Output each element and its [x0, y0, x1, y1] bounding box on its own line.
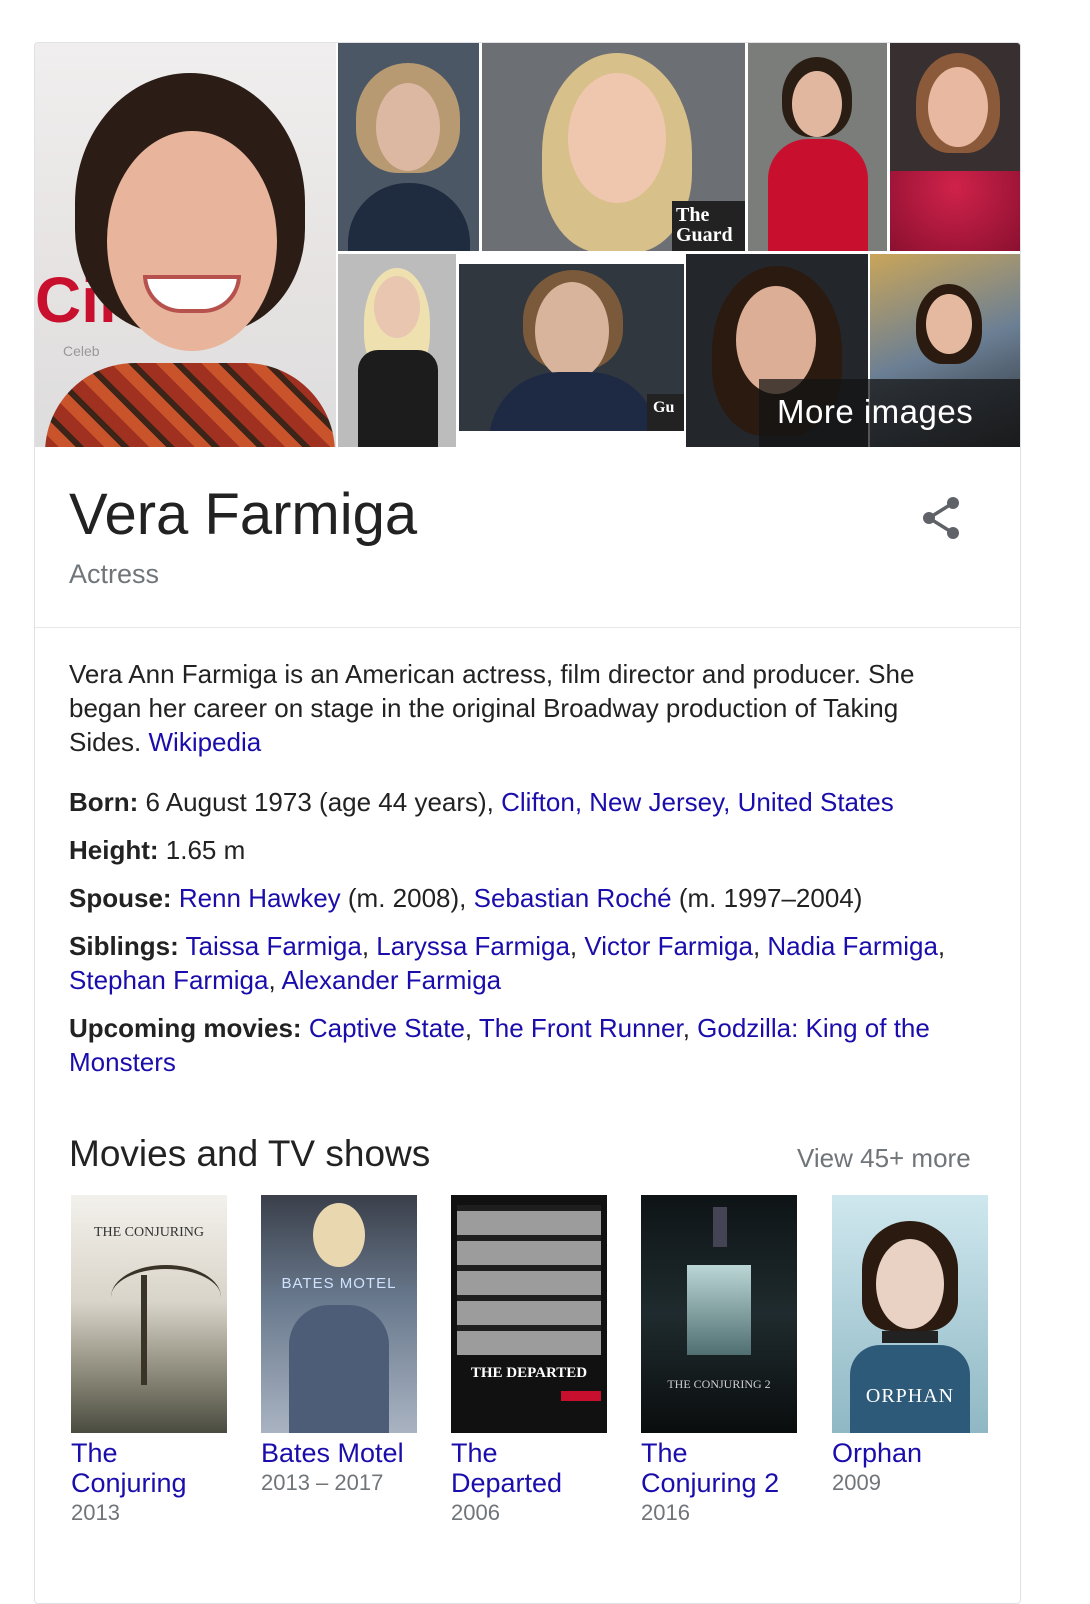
movie-title[interactable]: Bates Motel — [261, 1438, 419, 1468]
photo-3[interactable]: The Guard — [482, 43, 745, 251]
poster-title: ORPHAN — [865, 1385, 955, 1407]
sibling-link[interactable]: Nadia Farmiga — [767, 931, 938, 961]
view-more-link[interactable]: View 45+ more — [797, 1143, 971, 1174]
movie-title[interactable]: The Conjuring 2 — [641, 1438, 799, 1498]
movie-title[interactable]: The Departed — [451, 1438, 609, 1498]
photo-2[interactable] — [338, 43, 479, 251]
fact-height: Height: 1.65 m — [69, 833, 979, 867]
watermark-badge-2: Gu — [647, 394, 684, 431]
movie-card[interactable]: THE DEPARTED The Departed 2006 — [451, 1195, 609, 1526]
fact-spouse: Spouse: Renn Hawkey (m. 2008), Sebastian… — [69, 881, 979, 915]
spouse-link-2[interactable]: Sebastian Roché — [474, 883, 672, 913]
facts-list: Born: 6 August 1973 (age 44 years), Clif… — [69, 785, 979, 1093]
movie-card[interactable]: THE CONJURING The Conjuring 2013 — [71, 1195, 229, 1526]
height-value: 1.65 m — [158, 835, 246, 865]
fact-upcoming-movies: Upcoming movies: Captive State, The Fron… — [69, 1013, 930, 1077]
poster-title: THE CONJURING 2 — [667, 1377, 771, 1391]
photo-6[interactable] — [338, 254, 456, 447]
watermark-badge: The Guard — [672, 201, 745, 251]
poster-title: THE CONJURING — [93, 1225, 205, 1240]
sibling-link[interactable]: Victor Farmiga — [584, 931, 753, 961]
fact-siblings: Siblings: Taissa Farmiga, Laryssa Farmig… — [69, 931, 946, 995]
movie-year: 2009 — [832, 1470, 881, 1495]
poster-title: BATES MOTEL — [281, 1275, 397, 1292]
entity-title: Vera Farmiga — [69, 482, 418, 547]
born-place-link[interactable]: Clifton, New Jersey, United States — [501, 787, 894, 817]
movie-poster[interactable]: THE CONJURING 2 — [641, 1195, 797, 1433]
poster-title: THE DEPARTED — [470, 1365, 588, 1381]
born-label: Born: — [69, 787, 139, 817]
movies-section-title: Movies and TV shows — [69, 1133, 431, 1174]
more-images-button[interactable]: More images — [759, 379, 1020, 447]
photo-4[interactable] — [748, 43, 887, 251]
divider — [35, 627, 1020, 628]
sibling-link[interactable]: Stephan Farmiga — [69, 965, 268, 995]
movie-year: 2013 – 2017 — [261, 1470, 384, 1495]
fact-born: Born: 6 August 1973 (age 44 years), Clif… — [69, 785, 979, 819]
movie-year: 2013 — [71, 1500, 120, 1525]
movie-poster[interactable]: THE DEPARTED — [451, 1195, 607, 1433]
siblings-label: Siblings: — [69, 931, 179, 961]
share-button[interactable] — [915, 491, 969, 545]
movie-card[interactable]: ORPHAN Orphan 2009 — [832, 1195, 990, 1496]
upcoming-movie-link[interactable]: Captive State — [309, 1013, 465, 1043]
movie-year: 2016 — [641, 1500, 690, 1525]
upcoming-label: Upcoming movies: — [69, 1013, 302, 1043]
height-label: Height: — [69, 835, 159, 865]
movie-title[interactable]: The Conjuring — [71, 1438, 229, 1498]
wikipedia-link[interactable]: Wikipedia — [149, 727, 262, 757]
photo-7[interactable]: Gu — [459, 264, 684, 431]
movie-card[interactable]: BATES MOTEL Bates Motel 2013 – 2017 — [261, 1195, 419, 1496]
movie-poster[interactable]: ORPHAN — [832, 1195, 988, 1433]
sibling-link[interactable]: Alexander Farmiga — [281, 965, 501, 995]
more-images-label: More images — [777, 393, 974, 430]
description: Vera Ann Farmiga is an American actress,… — [69, 657, 969, 759]
movie-year: 2006 — [451, 1500, 500, 1525]
spouse-years-1: (m. 2008), — [340, 883, 474, 913]
spouse-label: Spouse: — [69, 883, 172, 913]
share-icon — [923, 497, 959, 539]
movie-poster[interactable]: THE CONJURING — [71, 1195, 227, 1433]
movie-title[interactable]: Orphan — [832, 1438, 990, 1468]
spouse-link-1[interactable]: Renn Hawkey — [179, 883, 341, 913]
movie-card[interactable]: THE CONJURING 2 The Conjuring 2 2016 — [641, 1195, 799, 1526]
poster-caption-small: Celeb — [63, 343, 100, 359]
entity-subtitle: Actress — [69, 559, 160, 589]
born-value: 6 August 1973 (age 44 years), — [138, 787, 502, 817]
sibling-link[interactable]: Taissa Farmiga — [186, 931, 362, 961]
movie-poster[interactable]: BATES MOTEL — [261, 1195, 417, 1433]
photo-5[interactable] — [890, 43, 1020, 251]
upcoming-movie-link[interactable]: The Front Runner — [479, 1013, 683, 1043]
spouse-years-2: (m. 1997–2004) — [671, 883, 863, 913]
knowledge-panel: Cine Celeb The Guard Gu — [34, 42, 1021, 1604]
main-photo[interactable]: Cine Celeb — [35, 43, 336, 447]
sibling-link[interactable]: Laryssa Farmiga — [376, 931, 570, 961]
